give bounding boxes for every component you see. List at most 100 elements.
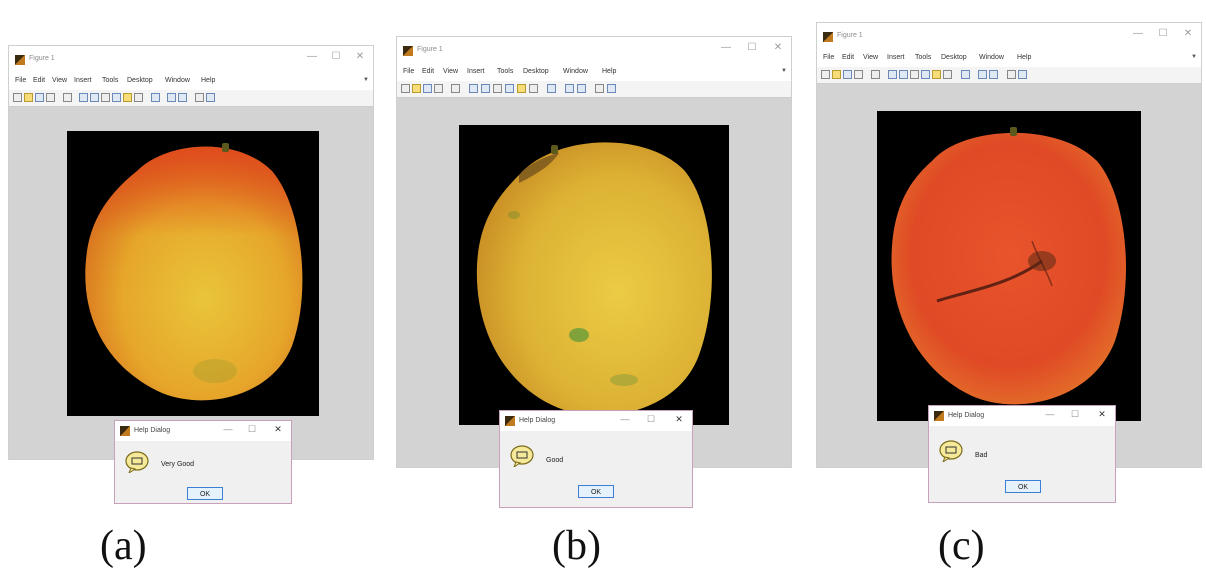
link-icon[interactable]: [547, 84, 556, 93]
menu-insert[interactable]: Insert: [74, 77, 92, 84]
open-icon[interactable]: [24, 93, 33, 102]
figure-titlebar[interactable]: Figure 1 — ☐ ✕: [817, 23, 1201, 51]
minimize-button[interactable]: —: [221, 424, 235, 434]
dialog-titlebar[interactable]: Help Dialog — ☐ ✕: [115, 421, 291, 441]
colorbar-icon[interactable]: [167, 93, 176, 102]
save-icon[interactable]: [843, 70, 852, 79]
data-cursor-icon[interactable]: [932, 70, 941, 79]
menu-desktop[interactable]: Desktop: [127, 77, 153, 84]
property-editor-icon[interactable]: [1018, 70, 1027, 79]
maximize-button[interactable]: ☐: [644, 414, 658, 425]
menu-file[interactable]: File: [15, 77, 26, 84]
menu-edit[interactable]: Edit: [422, 68, 434, 75]
rotate-icon[interactable]: [505, 84, 514, 93]
menu-view[interactable]: View: [52, 77, 67, 84]
pan-icon[interactable]: [101, 93, 110, 102]
print-icon[interactable]: [434, 84, 443, 93]
menu-tools[interactable]: Tools: [497, 68, 513, 75]
menu-window[interactable]: Window: [165, 77, 190, 84]
new-file-icon[interactable]: [821, 70, 830, 79]
new-file-icon[interactable]: [401, 84, 410, 93]
maximize-button[interactable]: ☐: [329, 51, 343, 62]
grid-icon[interactable]: [195, 93, 204, 102]
pointer-icon[interactable]: [451, 84, 460, 93]
figure-titlebar[interactable]: Figure 1 — ☐ ✕: [397, 37, 791, 65]
close-button[interactable]: ✕: [271, 424, 285, 435]
save-icon[interactable]: [35, 93, 44, 102]
brush-icon[interactable]: [529, 84, 538, 93]
menu-window[interactable]: Window: [563, 68, 588, 75]
dialog-titlebar[interactable]: Help Dialog — ☐ ✕: [500, 411, 692, 431]
menu-view[interactable]: View: [443, 68, 458, 75]
colorbar-icon[interactable]: [565, 84, 574, 93]
link-icon[interactable]: [151, 93, 160, 102]
figure-titlebar[interactable]: Figure 1 — ☐ ✕: [9, 46, 373, 74]
rotate-icon[interactable]: [112, 93, 121, 102]
menu-insert[interactable]: Insert: [887, 54, 905, 61]
minimize-button[interactable]: —: [305, 51, 319, 62]
close-button[interactable]: ✕: [353, 51, 367, 62]
ok-button[interactable]: OK: [187, 487, 223, 500]
close-button[interactable]: ✕: [672, 414, 686, 425]
print-icon[interactable]: [46, 93, 55, 102]
maximize-button[interactable]: ☐: [745, 42, 759, 53]
minimize-button[interactable]: —: [1131, 28, 1145, 39]
close-button[interactable]: ✕: [771, 42, 785, 53]
ok-button[interactable]: OK: [1005, 480, 1041, 493]
rotate-icon[interactable]: [921, 70, 930, 79]
zoom-in-icon[interactable]: [469, 84, 478, 93]
property-editor-icon[interactable]: [206, 93, 215, 102]
menu-file[interactable]: File: [403, 68, 414, 75]
menu-tools[interactable]: Tools: [915, 54, 931, 61]
menu-desktop[interactable]: Desktop: [523, 68, 549, 75]
maximize-button[interactable]: ☐: [1068, 409, 1082, 420]
menu-edit[interactable]: Edit: [842, 54, 854, 61]
menu-overflow-icon[interactable]: ▼: [1191, 54, 1197, 60]
menu-help[interactable]: Help: [1017, 54, 1031, 61]
zoom-out-icon[interactable]: [481, 84, 490, 93]
menu-desktop[interactable]: Desktop: [941, 54, 967, 61]
zoom-out-icon[interactable]: [899, 70, 908, 79]
grid-icon[interactable]: [1007, 70, 1016, 79]
data-cursor-icon[interactable]: [123, 93, 132, 102]
minimize-button[interactable]: —: [719, 42, 733, 53]
maximize-button[interactable]: ☐: [1156, 28, 1170, 39]
brush-icon[interactable]: [943, 70, 952, 79]
minimize-button[interactable]: —: [1043, 409, 1057, 419]
colorbar-icon[interactable]: [978, 70, 987, 79]
pointer-icon[interactable]: [871, 70, 880, 79]
open-icon[interactable]: [412, 84, 421, 93]
close-button[interactable]: ✕: [1181, 28, 1195, 39]
new-file-icon[interactable]: [13, 93, 22, 102]
menu-edit[interactable]: Edit: [33, 77, 45, 84]
menu-view[interactable]: View: [863, 54, 878, 61]
zoom-in-icon[interactable]: [79, 93, 88, 102]
grid-icon[interactable]: [595, 84, 604, 93]
legend-icon[interactable]: [577, 84, 586, 93]
pointer-icon[interactable]: [63, 93, 72, 102]
menu-help[interactable]: Help: [602, 68, 616, 75]
legend-icon[interactable]: [989, 70, 998, 79]
menu-insert[interactable]: Insert: [467, 68, 485, 75]
link-icon[interactable]: [961, 70, 970, 79]
legend-icon[interactable]: [178, 93, 187, 102]
menu-tools[interactable]: Tools: [102, 77, 118, 84]
brush-icon[interactable]: [134, 93, 143, 102]
menu-file[interactable]: File: [823, 54, 834, 61]
menu-window[interactable]: Window: [979, 54, 1004, 61]
pan-icon[interactable]: [910, 70, 919, 79]
menu-overflow-icon[interactable]: ▼: [363, 77, 369, 83]
data-cursor-icon[interactable]: [517, 84, 526, 93]
ok-button[interactable]: OK: [578, 485, 614, 498]
zoom-in-icon[interactable]: [888, 70, 897, 79]
property-editor-icon[interactable]: [607, 84, 616, 93]
menu-overflow-icon[interactable]: ▼: [781, 68, 787, 74]
pan-icon[interactable]: [493, 84, 502, 93]
zoom-out-icon[interactable]: [90, 93, 99, 102]
menu-help[interactable]: Help: [201, 77, 215, 84]
open-icon[interactable]: [832, 70, 841, 79]
minimize-button[interactable]: —: [618, 414, 632, 424]
print-icon[interactable]: [854, 70, 863, 79]
close-button[interactable]: ✕: [1095, 409, 1109, 420]
save-icon[interactable]: [423, 84, 432, 93]
